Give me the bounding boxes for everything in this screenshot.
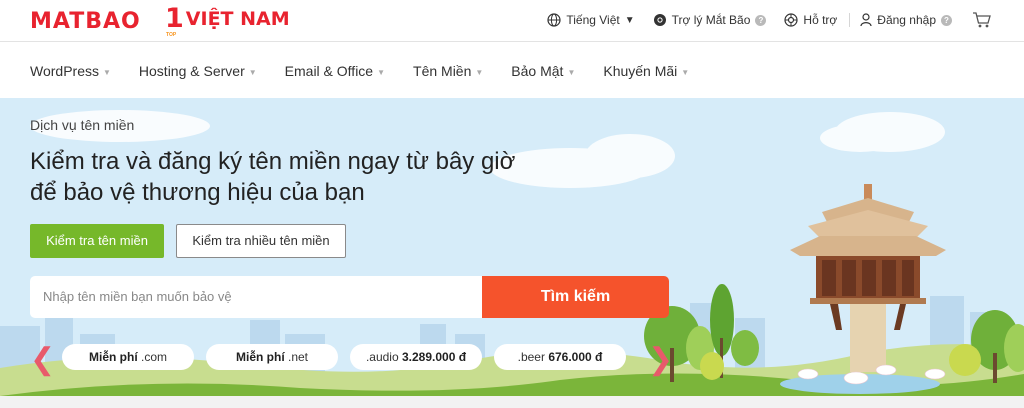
help-icon: ? [941,14,952,26]
chevron-down-icon: ▼ [681,68,690,77]
language-selector[interactable]: Tiếng Việt ▼ [547,13,635,27]
headline-line-1: Kiểm tra và đăng ký tên miền ngay từ bây… [30,148,516,175]
promo-bold: Miễn phí [88,350,138,364]
nav-label: Bảo Mật [511,63,564,79]
nav-item-hosting[interactable]: Hosting & Server ▼ [139,63,257,79]
promo-pill-net[interactable]: Miễn phí .net [206,344,338,370]
chevron-down-icon: ▼ [248,68,257,77]
promo-text: .com [137,350,167,364]
assistant-label: Trợ lý Mắt Bão [671,13,751,27]
next-arrow-icon[interactable]: ❯ [648,342,673,377]
headline-line-2: để bảo vệ thương hiệu của bạn [30,179,365,206]
chevron-down-icon: ▼ [102,68,111,77]
promo-pill-audio[interactable]: .audio 3.289.000 đ [350,344,482,370]
nav-item-security[interactable]: Bảo Mật ▼ [511,63,575,79]
top1-vietnam-badge: 1 VIỆT NAM TOP [165,3,290,38]
check-multiple-domains-button[interactable]: Kiểm tra nhiều tên miền [176,224,346,258]
domain-search-input[interactable]: Nhập tên miền bạn muốn bảo vệ [30,276,482,318]
language-label: Tiếng Việt [566,13,620,27]
promo-bold: 3.289.000 đ [401,350,467,364]
check-domain-button[interactable]: Kiểm tra tên miền [30,224,164,258]
main-nav: WordPress ▼ Hosting & Server ▼ Email & O… [0,42,1024,98]
hero-eyebrow: Dịch vụ tên miền [30,117,135,133]
prev-arrow-icon[interactable]: ❮ [30,342,55,377]
cart-icon [973,12,991,28]
top-links: Tiếng Việt ▼ Trợ lý Mắt Bão ? Hỗ trợ Đăn… [529,12,992,28]
cart-button[interactable] [972,12,992,28]
promo-bold: 676.000 đ [548,350,603,364]
login-label: Đăng nhập [877,13,936,27]
chevron-down-icon: ▼ [624,14,635,26]
divider [849,13,851,27]
promo-pill-com[interactable]: Miễn phí .com [62,344,194,370]
nav-item-wordpress[interactable]: WordPress ▼ [30,63,111,79]
user-icon [860,13,872,27]
badge-subtext: TOP [166,32,177,38]
nav-item-promotions[interactable]: Khuyến Mãi ▼ [603,63,689,79]
top-bar: MATBAO 1 VIỆT NAM TOP Tiếng Việt ▼ Trợ l… [0,0,1024,42]
nav-item-email[interactable]: Email & Office ▼ [285,63,385,79]
domain-hero: Dịch vụ tên miền Kiểm tra và đăng ký tên… [0,98,1024,396]
support-icon [784,13,799,27]
search-button[interactable]: Tìm kiếm [482,276,669,318]
hero-headline: Kiểm tra và đăng ký tên miền ngay từ bây… [30,146,590,208]
matbao-logo[interactable]: MATBAO [30,9,141,34]
login-link[interactable]: Đăng nhập ? [860,13,952,27]
support-link[interactable]: Hỗ trợ [784,13,837,27]
nav-label: Tên Miền [413,63,472,79]
support-label: Hỗ trợ [803,13,838,27]
page-divider [0,396,1024,408]
chevron-down-icon: ▼ [567,68,576,77]
promo-text: .net [284,350,309,364]
nav-item-domain[interactable]: Tên Miền ▼ [413,63,483,79]
assistant-link[interactable]: Trợ lý Mắt Bão ? [653,13,767,27]
globe-icon [547,13,561,27]
nav-label: WordPress [30,63,99,79]
chevron-down-icon: ▼ [475,68,484,77]
promo-pill-beer[interactable]: .beer 676.000 đ [494,344,626,370]
badge-text: VIỆT NAM [185,8,290,30]
promo-text: .audio [365,350,402,364]
nav-label: Khuyến Mãi [603,63,678,79]
chevron-down-icon: ▼ [377,68,386,77]
badge-number: 1 [165,3,184,34]
help-icon: ? [755,14,767,26]
promo-bold: Miễn phí [235,350,285,364]
promo-text: .beer [517,350,549,364]
nav-label: Email & Office [284,63,374,79]
nav-label: Hosting & Server [138,63,245,79]
chrome-icon [653,14,666,26]
